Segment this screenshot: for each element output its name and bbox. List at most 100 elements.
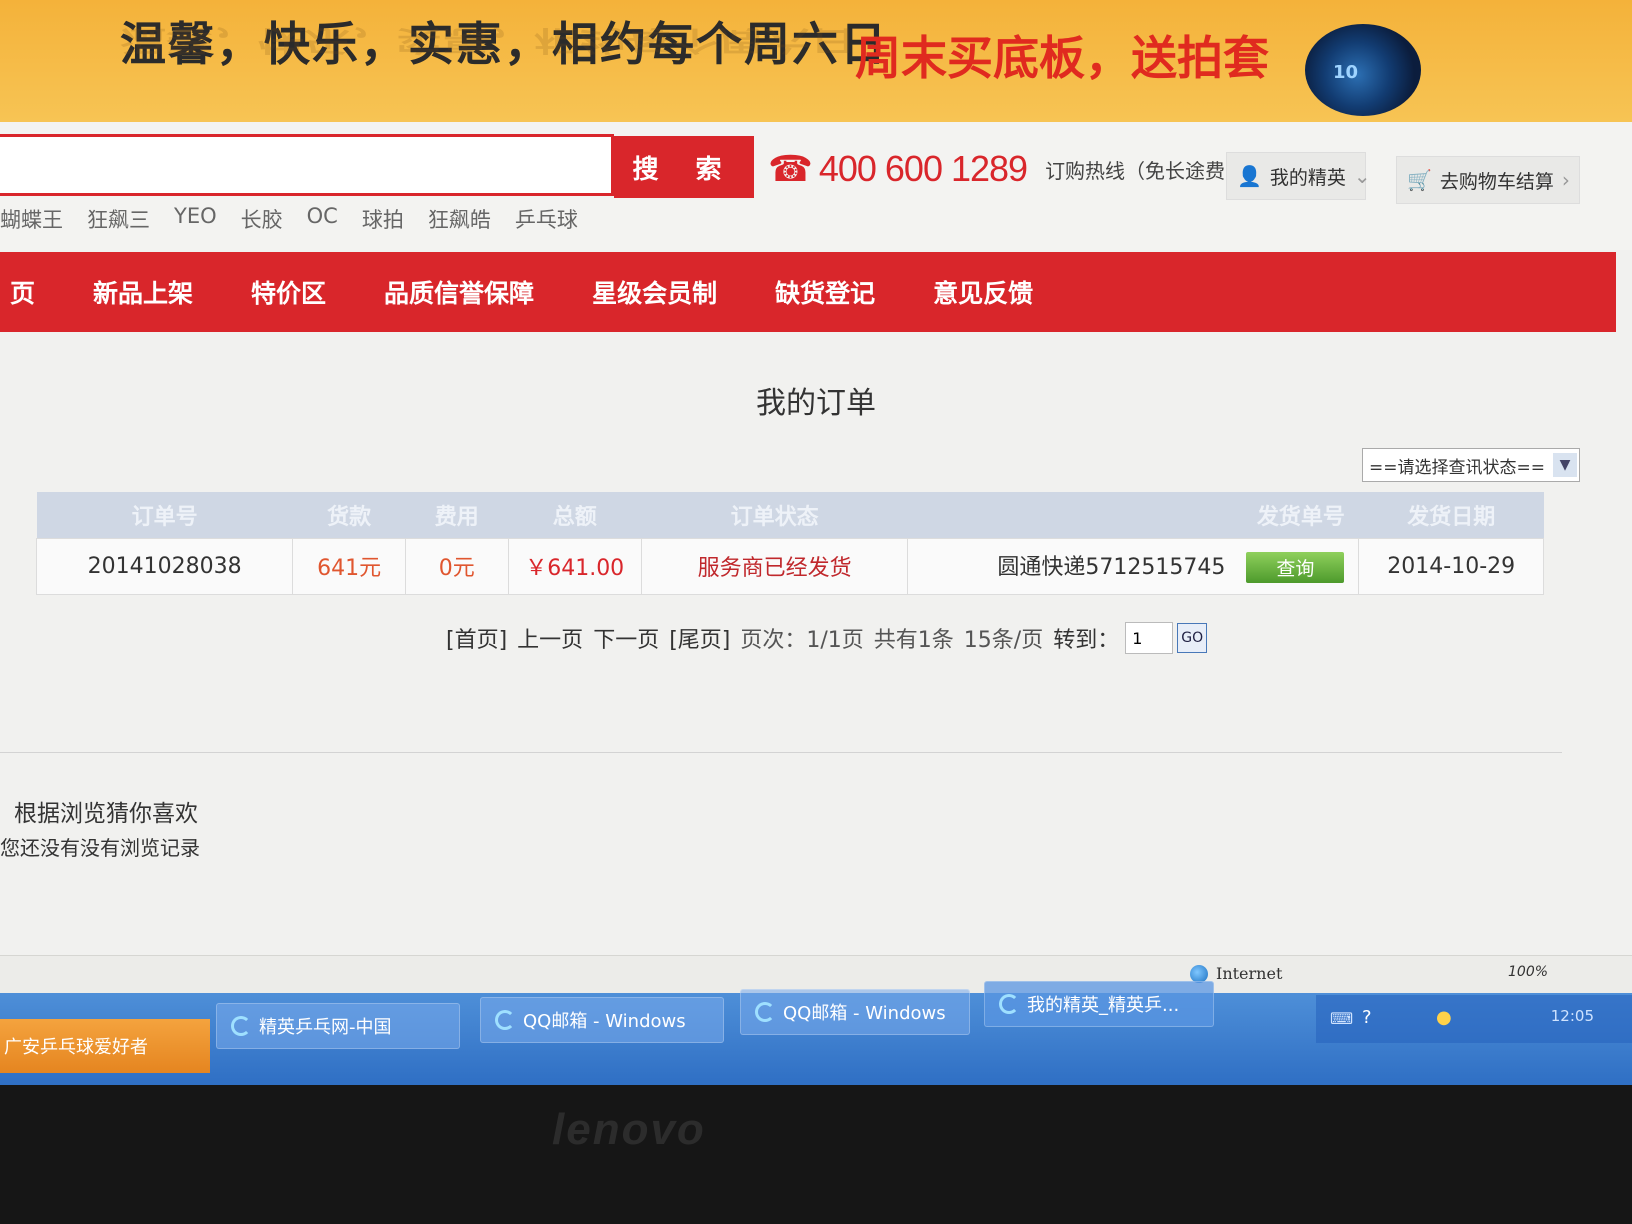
taskbar-item-active[interactable]: 广安乒乓球爱好者 bbox=[0, 1019, 210, 1073]
my-account-label: 我的精英 bbox=[1269, 166, 1346, 189]
promo-banner[interactable]: 温馨，快乐，实惠，相约每个周六日 温馨，快乐，实惠，相约每个周六日 周末买底板，… bbox=[0, 0, 1632, 122]
pagination: [首页] 上一页 下一页 [尾页] 页次：1/1页 共有1条 15条/页 转到：… bbox=[446, 622, 1208, 654]
taskbar-item-label: 精英乒乓网-中国 bbox=[259, 1017, 392, 1038]
taskbar-item[interactable]: QQ邮箱 - Windows bbox=[480, 997, 724, 1043]
prev-page-link[interactable]: 上一页 bbox=[517, 622, 583, 654]
next-page-link[interactable]: 下一页 bbox=[593, 622, 659, 654]
nav-item-feedback[interactable]: 意见反馈 bbox=[933, 274, 1033, 310]
hot-keyword[interactable]: OC bbox=[307, 204, 338, 234]
taskbar-item-label: QQ邮箱 - Windows bbox=[783, 1003, 946, 1024]
column-header: 订单号 bbox=[36, 492, 293, 538]
hot-keywords: 蝴蝶王 狂飙三 YEO 长胶 OC 球拍 狂飙皓 乒乓球 bbox=[0, 204, 578, 234]
nav-item-out-of-stock[interactable]: 缺货登记 bbox=[775, 274, 875, 310]
screen: 温馨，快乐，实惠，相约每个周六日 温馨，快乐，实惠，相约每个周六日 周末买底板，… bbox=[0, 0, 1632, 1085]
monitor-bezel: lenovo bbox=[0, 1085, 1632, 1224]
chevron-right-icon: › bbox=[1561, 168, 1570, 192]
page-jump-input[interactable] bbox=[1125, 622, 1174, 654]
lenovo-logo: lenovo bbox=[552, 1105, 706, 1154]
order-total: ￥641.00 bbox=[507, 537, 642, 595]
security-zone-label: Internet bbox=[1216, 964, 1283, 983]
qq-icon[interactable]: ● bbox=[1436, 1007, 1452, 1028]
nav-item-quality-guarantee[interactable]: 品质信誉保障 bbox=[384, 274, 534, 310]
hotline-label: 订购热线（免长途费） bbox=[1045, 158, 1246, 183]
globe-icon bbox=[1190, 964, 1208, 983]
phone-icon: ☎ bbox=[768, 148, 813, 190]
taskbar-item-label: 我的精英_精英乒... bbox=[1027, 995, 1180, 1016]
ie-icon bbox=[231, 1016, 251, 1036]
search-input[interactable] bbox=[0, 134, 614, 196]
column-header: 发货日期 bbox=[1358, 492, 1544, 538]
hot-keyword[interactable]: 狂飙三 bbox=[87, 204, 150, 234]
system-tray: ⌨ ? ● 12:05 bbox=[1316, 995, 1632, 1043]
main-nav: 页 新品上架 特价区 品质信誉保障 星级会员制 缺货登记 意见反馈 bbox=[0, 252, 1616, 332]
per-page-info: 15条/页 bbox=[963, 628, 1044, 653]
hot-keyword[interactable]: 蝴蝶王 bbox=[0, 204, 63, 234]
orders-table: 订单号 货款 费用 总额 订单状态 发货单号 发货日期 20141028038 … bbox=[35, 492, 1544, 595]
banner-promo-text: 周末买底板，送拍套 bbox=[855, 31, 1269, 85]
ie-icon bbox=[495, 1010, 515, 1030]
page-info: 页次：1/1页 bbox=[740, 628, 864, 653]
chevron-down-icon[interactable]: ▼ bbox=[1553, 453, 1577, 477]
search-button[interactable]: 搜 索 bbox=[614, 136, 754, 198]
hot-keyword[interactable]: 狂飙皓 bbox=[428, 204, 491, 234]
column-header: 订单状态 bbox=[641, 492, 908, 538]
hotline-number: 400 600 1289 bbox=[818, 148, 1028, 189]
order-number[interactable]: 20141028038 bbox=[35, 537, 294, 595]
user-icon: 👤 bbox=[1237, 164, 1262, 188]
first-page-link[interactable]: [首页] bbox=[446, 622, 507, 654]
hot-keyword[interactable]: 长胶 bbox=[241, 204, 283, 234]
hot-keyword[interactable]: 球拍 bbox=[362, 204, 404, 234]
table-row: 20141028038 641元 0元 ￥641.00 服务商已经发货 圆通快递… bbox=[35, 537, 1544, 595]
cart-checkout-link[interactable]: 🛒 去购物车结算 › bbox=[1396, 156, 1580, 204]
shipment-number: 圆通快递5712515745 bbox=[997, 554, 1226, 580]
recommend-title: 根据浏览猜你喜欢 bbox=[14, 801, 198, 827]
section-divider bbox=[0, 752, 1562, 753]
order-goods-amount: 641元 bbox=[292, 537, 407, 595]
banner-slogan-reflection: 温馨，快乐，实惠，相约每个周六日 bbox=[120, 24, 856, 57]
taskbar-item-label: QQ邮箱 - Windows bbox=[523, 1011, 686, 1032]
shipment-cell: 圆通快递5712515745 查询 bbox=[907, 537, 1360, 595]
column-header: 费用 bbox=[405, 492, 509, 538]
ship-date: 2014-10-29 bbox=[1358, 537, 1544, 595]
status-filter-select[interactable]: ==请选择查讯状态== ▼ bbox=[1362, 448, 1580, 482]
cart-icon: 🛒 bbox=[1407, 168, 1432, 192]
go-button[interactable]: GO bbox=[1177, 623, 1208, 653]
chevron-down-icon: ⌄ bbox=[1353, 164, 1371, 188]
ie-icon bbox=[999, 994, 1019, 1014]
taskbar-item[interactable]: 精英乒乓网-中国 bbox=[216, 1003, 460, 1049]
nav-item-home[interactable]: 页 bbox=[10, 274, 35, 310]
hot-keyword[interactable]: 乒乓球 bbox=[515, 204, 578, 234]
browser-status-bar: Internet 100% bbox=[0, 955, 1632, 993]
column-header: 货款 bbox=[292, 492, 406, 538]
paddle-logo-icon: 10 bbox=[1305, 24, 1421, 116]
tray-icon[interactable]: ⌨ bbox=[1330, 1009, 1353, 1028]
recommend-empty-text: 您还没有没有浏览记录 bbox=[0, 836, 200, 860]
track-shipment-button[interactable]: 查询 bbox=[1246, 552, 1345, 584]
hot-keyword[interactable]: YEO bbox=[174, 204, 217, 234]
nav-item-member-levels[interactable]: 星级会员制 bbox=[592, 274, 717, 310]
column-header: 总额 bbox=[508, 492, 642, 538]
windows-taskbar: 广安乒乓球爱好者 精英乒乓网-中国 QQ邮箱 - Windows QQ邮箱 - … bbox=[0, 981, 1632, 1085]
page-title: 我的订单 bbox=[756, 386, 876, 421]
ie-icon bbox=[755, 1002, 775, 1022]
banner-logo-text: 10 bbox=[1333, 62, 1359, 83]
taskbar-item[interactable]: 我的精英_精英乒... bbox=[984, 981, 1214, 1027]
my-account-link[interactable]: 👤 我的精英 ⌄ bbox=[1226, 152, 1371, 200]
status-filter-value: ==请选择查讯状态== bbox=[1369, 457, 1545, 478]
order-status: 服务商已经发货 bbox=[640, 537, 909, 595]
total-info: 共有1条 bbox=[873, 628, 954, 653]
search-row: 搜 索 ☎ 400 600 1289 订购热线（免长途费） 👤 我的精英 ⌄ 🛒… bbox=[0, 122, 1632, 250]
table-header-row: 订单号 货款 费用 总额 订单状态 发货单号 发货日期 bbox=[36, 492, 1544, 538]
jump-label: 转到： bbox=[1053, 628, 1120, 653]
zoom-level[interactable]: 100% bbox=[1508, 964, 1548, 980]
hotline: ☎ 400 600 1289 订购热线（免长途费） bbox=[768, 148, 1245, 190]
order-fee: 0元 bbox=[405, 537, 509, 595]
column-header: 发货单号 bbox=[907, 492, 1359, 538]
nav-item-specials[interactable]: 特价区 bbox=[251, 274, 326, 310]
last-page-link[interactable]: [尾页] bbox=[669, 622, 730, 654]
taskbar-item[interactable]: QQ邮箱 - Windows bbox=[740, 989, 970, 1035]
help-icon[interactable]: ? bbox=[1362, 1007, 1372, 1028]
tray-clock: 12:05 bbox=[1550, 1007, 1594, 1025]
cart-checkout-label: 去购物车结算 bbox=[1439, 170, 1554, 193]
nav-item-new-arrivals[interactable]: 新品上架 bbox=[93, 274, 193, 310]
